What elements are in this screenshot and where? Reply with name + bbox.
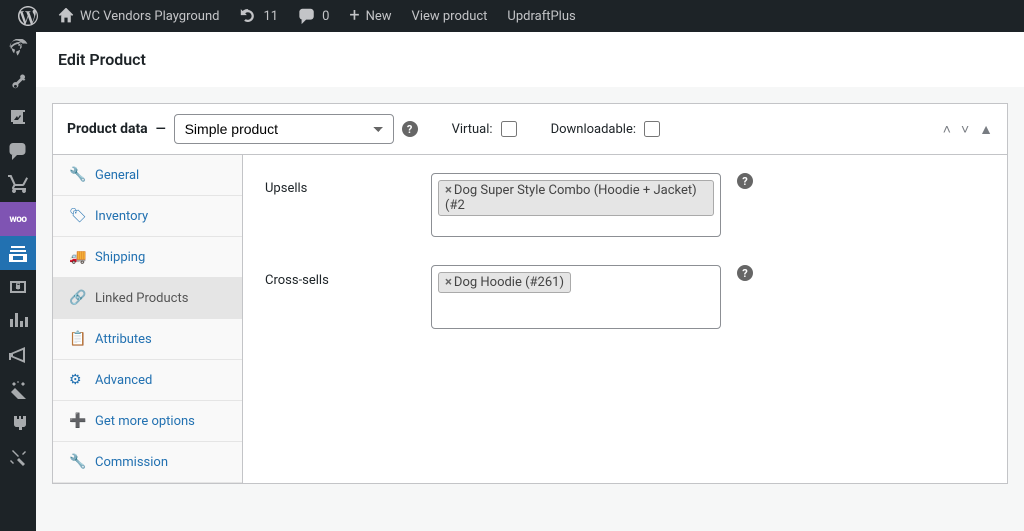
admin-sidebar: woo $: [0, 32, 36, 531]
tools-icon[interactable]: [0, 440, 36, 474]
plus-circle-icon: ➕: [69, 413, 85, 429]
updates-link[interactable]: 11: [229, 0, 288, 32]
comments-menu-icon[interactable]: [0, 134, 36, 168]
list-icon: 📋: [69, 331, 85, 347]
downloadable-checkbox[interactable]: [644, 121, 660, 137]
pin-icon[interactable]: [0, 66, 36, 100]
tab-inventory[interactable]: 🏷 Inventory: [53, 196, 242, 237]
plus-icon: +: [349, 7, 359, 25]
plugins-icon[interactable]: [0, 406, 36, 440]
media-icon[interactable]: [0, 100, 36, 134]
appearance-icon[interactable]: [0, 372, 36, 406]
product-data-tabs: 🔧 General 🏷 Inventory 🚚 Shipping 🔗 Linke…: [53, 155, 243, 483]
new-link[interactable]: + New: [339, 0, 401, 32]
link-icon: 🔗: [69, 290, 85, 306]
site-title: WC Vendors Playground: [80, 9, 219, 24]
cross-sells-label: Cross-sells: [265, 265, 415, 288]
comments-link[interactable]: 0: [288, 0, 339, 32]
panel-title-separator: —: [156, 122, 166, 137]
tag-icon: 🏷: [69, 208, 85, 224]
woo-icon[interactable]: woo: [0, 202, 36, 236]
cart-icon[interactable]: [0, 168, 36, 202]
tab-general[interactable]: 🔧 General: [53, 155, 242, 196]
panel-title: Product data: [67, 121, 148, 137]
marketing-icon[interactable]: [0, 338, 36, 372]
virtual-label: Virtual:: [452, 122, 493, 137]
products-icon[interactable]: [0, 236, 36, 270]
wrench-icon: 🔧: [69, 167, 85, 183]
panel-toggle-icon[interactable]: ▲: [979, 121, 993, 138]
gear-icon: ⚙: [69, 372, 85, 388]
home-icon: [58, 8, 74, 24]
tab-content-linked: Upsells ×Dog Super Style Combo (Hoodie +…: [243, 155, 1007, 483]
product-type-select[interactable]: Simple product: [174, 114, 394, 144]
admin-bar: WC Vendors Playground 11 0 + New View pr…: [0, 0, 1024, 32]
token-remove-icon[interactable]: ×: [445, 183, 452, 198]
product-data-panel: Product data — Simple product ? Virtual:…: [52, 103, 1008, 484]
downloadable-label: Downloadable:: [551, 122, 636, 137]
analytics-icon[interactable]: [0, 304, 36, 338]
cross-sells-token[interactable]: ×Dog Hoodie (#261): [438, 272, 571, 293]
view-product-link[interactable]: View product: [402, 0, 498, 32]
virtual-checkbox[interactable]: [501, 121, 517, 137]
updates-count: 11: [263, 9, 278, 24]
tab-get-more-options[interactable]: ➕ Get more options: [53, 401, 242, 442]
tab-shipping[interactable]: 🚚 Shipping: [53, 237, 242, 278]
cross-sells-input[interactable]: ×Dog Hoodie (#261): [431, 265, 721, 329]
payments-icon[interactable]: $: [0, 270, 36, 304]
updraftplus-link[interactable]: UpdraftPlus: [497, 0, 585, 32]
wrench-icon: 🔧: [69, 454, 85, 470]
tab-attributes[interactable]: 📋 Attributes: [53, 319, 242, 360]
new-label: New: [366, 9, 392, 24]
update-icon: [239, 7, 257, 25]
panel-header: Product data — Simple product ? Virtual:…: [53, 104, 1007, 155]
tab-commission[interactable]: 🔧 Commission: [53, 442, 242, 483]
panel-move-up-icon[interactable]: ˄: [943, 121, 951, 138]
comment-icon: [298, 7, 316, 25]
upsells-label: Upsells: [265, 173, 415, 196]
site-link[interactable]: WC Vendors Playground: [48, 0, 229, 32]
upsells-input[interactable]: ×Dog Super Style Combo (Hoodie + Jacket)…: [431, 173, 721, 237]
help-icon[interactable]: ?: [737, 173, 753, 189]
wordpress-icon: [18, 6, 38, 26]
truck-icon: 🚚: [69, 249, 85, 265]
wp-logo[interactable]: [8, 0, 48, 32]
page-title: Edit Product: [58, 50, 1002, 69]
page-header: Edit Product: [36, 32, 1024, 87]
help-icon[interactable]: ?: [737, 265, 753, 281]
dashboard-icon[interactable]: [0, 32, 36, 66]
help-icon[interactable]: ?: [402, 121, 418, 137]
tab-advanced[interactable]: ⚙ Advanced: [53, 360, 242, 401]
tab-linked-products[interactable]: 🔗 Linked Products: [53, 278, 242, 319]
token-remove-icon[interactable]: ×: [445, 275, 452, 290]
upsells-token[interactable]: ×Dog Super Style Combo (Hoodie + Jacket)…: [438, 180, 714, 216]
comments-count: 0: [322, 9, 329, 24]
panel-move-down-icon[interactable]: ˅: [961, 121, 969, 138]
